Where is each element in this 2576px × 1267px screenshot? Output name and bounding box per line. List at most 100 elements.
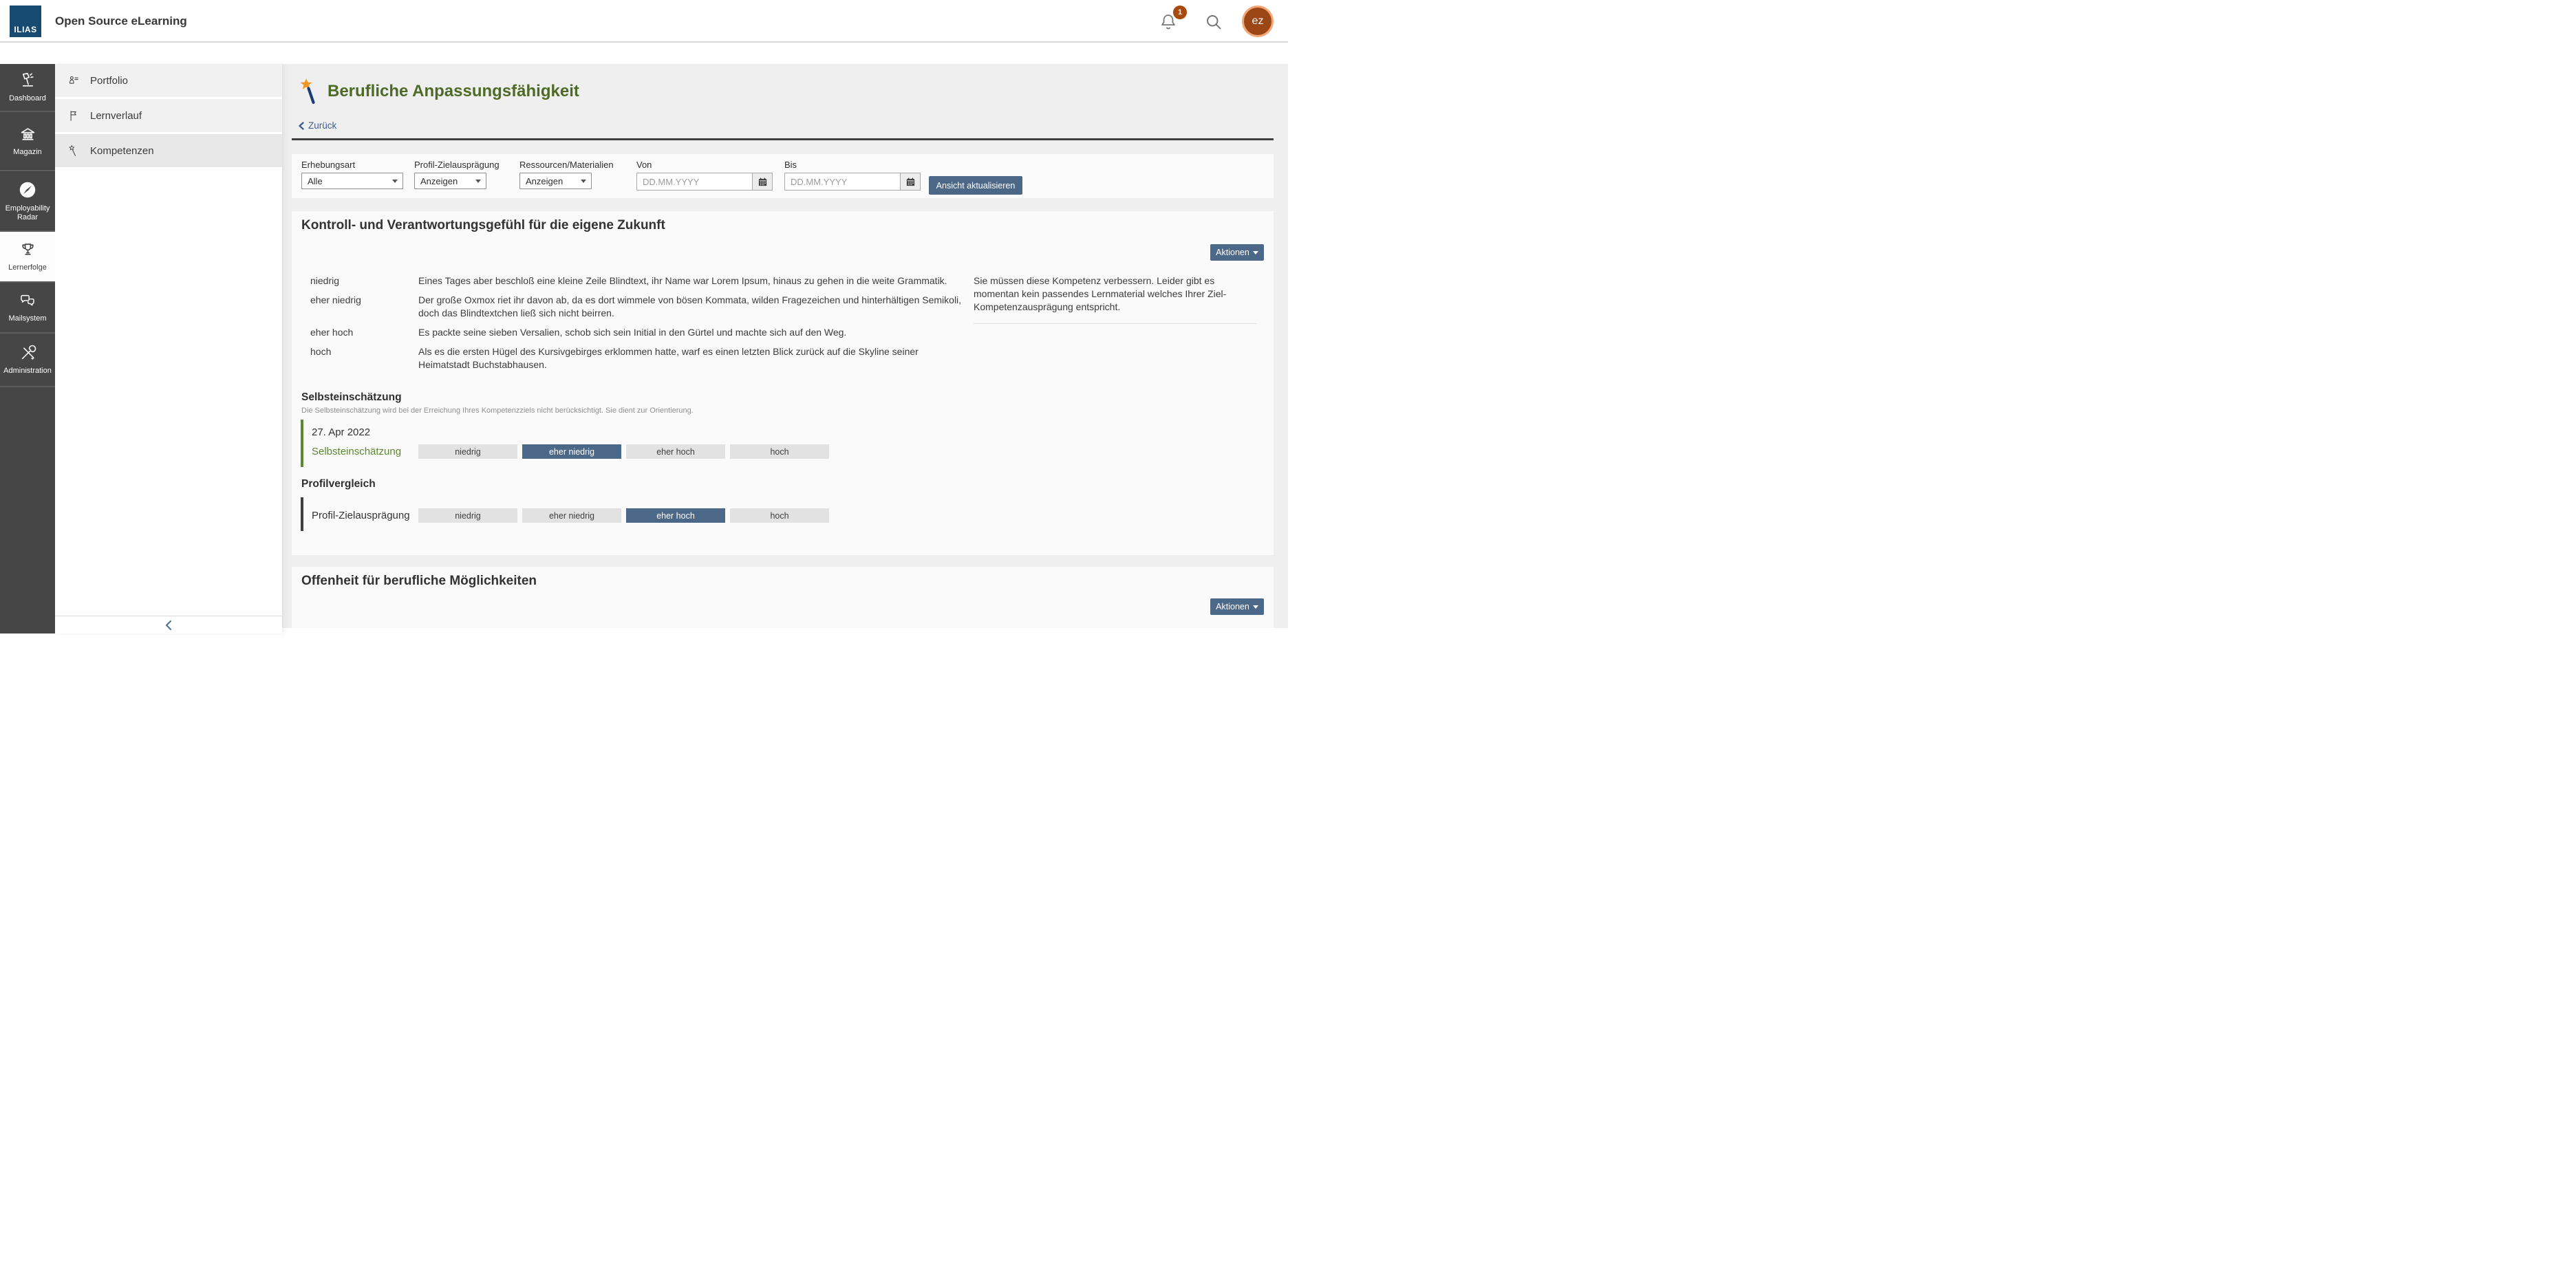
aktionen-label: Aktionen	[1216, 248, 1249, 257]
bis-date-input[interactable]	[784, 173, 900, 191]
chat-bubbles-icon	[19, 292, 37, 310]
bis-calendar-button[interactable]	[900, 173, 921, 191]
search-icon	[1204, 12, 1223, 32]
von-date-input[interactable]	[636, 173, 752, 191]
mainbar-item-employability-radar[interactable]: Employability Radar	[0, 170, 55, 230]
mainbar-label: Lernerfolge	[7, 263, 48, 272]
ressourcen-materialien-select[interactable]: Anzeigen	[519, 173, 592, 189]
ilias-logo[interactable]: ILIAS	[10, 6, 41, 37]
scale-row: Profil-Zielausprägung niedrig eher niedr…	[312, 508, 829, 523]
search-button[interactable]	[1204, 12, 1223, 32]
back-link[interactable]: Zurück	[299, 120, 336, 131]
top-header: ILIAS Open Source eLearning 1 ez	[0, 0, 1288, 43]
main-content: Berufliche Anpassungsfähigkeit Zurück Er…	[282, 64, 1288, 634]
crossed-tools-icon	[19, 344, 37, 362]
filter-label: Profil-Zielausprägung	[414, 160, 500, 170]
filter-label: Ressourcen/Materialien	[519, 160, 614, 170]
competency-panel-kontroll: Kontroll- und Verantwortungsgefühl für d…	[292, 211, 1274, 555]
logo-text: ILIAS	[14, 25, 36, 34]
improvement-hint: Sie müssen diese Kompetenz verbessern. L…	[974, 274, 1257, 324]
scale-row: Selbsteinschätzung niedrig eher niedrig …	[312, 444, 829, 459]
sidebar-item-label: Kompetenzen	[90, 145, 154, 157]
erhebungsart-select[interactable]: Alle	[301, 173, 403, 189]
level-text: Der große Oxmox riet ihr davon ab, da es…	[418, 294, 962, 326]
sidebar-item-kompetenzen[interactable]: Kompetenzen	[55, 134, 282, 167]
filter-label: Von	[636, 160, 773, 170]
evaluation-date: 27. Apr 2022	[312, 426, 829, 438]
level-label: niedrig	[310, 274, 418, 294]
mainbar-label: Dashboard	[8, 94, 47, 103]
panel-title: Offenheit für berufliche Möglichkeiten	[301, 574, 537, 589]
competency-panel-offenheit: Offenheit für berufliche Möglichkeiten A…	[292, 567, 1274, 628]
scale-row-label: Profil-Zielausprägung	[312, 508, 418, 523]
level-text: Eines Tages aber beschloß eine kleine Ze…	[418, 274, 962, 294]
back-link-label: Zurück	[308, 120, 336, 131]
desk-lamp-icon	[19, 72, 37, 90]
aktionen-dropdown-button[interactable]: Aktionen	[1210, 598, 1264, 615]
selbsteinschaetzung-note: Die Selbsteinschätzung wird bei der Erre…	[301, 407, 694, 415]
mainbar-item-administration[interactable]: Administration	[0, 332, 55, 387]
profilvergleich-card: Profil-Zielausprägung niedrig eher niedr…	[301, 497, 829, 531]
filter-label: Bis	[784, 160, 921, 170]
app-title: Open Source eLearning	[55, 14, 187, 28]
sidebar-item-lernverlauf[interactable]: Lernverlauf	[55, 99, 282, 132]
scale-segment: hoch	[730, 508, 829, 523]
content-bottom-spacer	[282, 628, 1288, 634]
filter-bis: Bis	[784, 160, 921, 191]
scale-row-label: Selbsteinschätzung	[312, 444, 418, 459]
level-description-table: niedrig Eines Tages aber beschloß eine k…	[310, 274, 962, 378]
scale-segment: eher niedrig	[522, 444, 621, 459]
notification-badge[interactable]: 1	[1173, 6, 1187, 19]
flag-icon	[67, 109, 80, 122]
collapse-sidebar-button[interactable]	[55, 616, 282, 634]
mainbar-item-magazin[interactable]: Magazin	[0, 111, 55, 170]
level-scale: niedrig eher niedrig eher hoch hoch	[418, 444, 829, 459]
trophy-icon	[19, 241, 37, 259]
level-label: eher hoch	[310, 326, 418, 345]
main-navigation-rail: Dashboard Magazin Employability Radar Le…	[0, 64, 55, 634]
level-label: hoch	[310, 345, 418, 378]
table-row: hoch Als es die ersten Hügel des Kursivg…	[310, 345, 962, 378]
panel-title: Kontroll- und Verantwortungsgefühl für d…	[301, 218, 665, 233]
user-avatar[interactable]: ez	[1242, 6, 1274, 37]
avatar-initials: ez	[1252, 15, 1264, 28]
scale-segment: niedrig	[418, 444, 517, 459]
caret-down-icon	[1253, 605, 1258, 611]
von-calendar-button[interactable]	[752, 173, 773, 191]
ansicht-aktualisieren-button[interactable]: Ansicht aktualisieren	[929, 176, 1022, 195]
table-row: niedrig Eines Tages aber beschloß eine k…	[310, 274, 962, 294]
aktionen-label: Aktionen	[1216, 602, 1249, 611]
profil-zielauspraegung-select[interactable]: Anzeigen	[414, 173, 486, 189]
mainbar-item-dashboard[interactable]: Dashboard	[0, 64, 55, 111]
filter-label: Erhebungsart	[301, 160, 403, 170]
level-label: eher niedrig	[310, 294, 418, 326]
filter-erhebungsart: Erhebungsart Alle	[301, 160, 403, 189]
scale-segment: eher hoch	[626, 508, 725, 523]
mainbar-label: Magazin	[12, 148, 43, 157]
table-row: eher hoch Es packte seine sieben Versali…	[310, 326, 962, 345]
mainbar-label: Mailsystem	[7, 314, 47, 323]
table-row: eher niedrig Der große Oxmox riet ihr da…	[310, 294, 962, 326]
compass-icon	[17, 180, 38, 200]
sidebar-item-label: Portfolio	[90, 75, 128, 87]
sidebar-item-label: Lernverlauf	[90, 110, 142, 122]
aktionen-dropdown-button[interactable]: Aktionen	[1210, 244, 1264, 261]
mainbar-item-lernerfolge[interactable]: Lernerfolge	[0, 230, 55, 281]
scale-segment: eher niedrig	[522, 508, 621, 523]
secondary-sidebar: Portfolio Lernverlauf Kompetenzen	[55, 64, 282, 634]
filter-profil-zielauspraegung: Profil-Zielausprägung Anzeigen	[414, 160, 500, 189]
mainbar-label: Administration	[2, 367, 53, 376]
sidebar-item-portfolio[interactable]: Portfolio	[55, 64, 282, 97]
level-text: Als es die ersten Hügel des Kursivgebirg…	[418, 345, 962, 378]
mainbar-label: Employability Radar	[0, 204, 55, 222]
bank-building-icon	[19, 125, 37, 144]
person-profile-icon	[67, 74, 80, 87]
level-scale: niedrig eher niedrig eher hoch hoch	[418, 508, 829, 523]
mainbar-item-mailsystem[interactable]: Mailsystem	[0, 281, 55, 332]
filter-ressourcen-materialien: Ressourcen/Materialien Anzeigen	[519, 160, 614, 189]
competency-wand-icon	[300, 78, 318, 105]
calendar-icon	[905, 177, 916, 187]
selbsteinschaetzung-heading: Selbsteinschätzung	[301, 391, 402, 404]
calendar-icon	[758, 177, 768, 187]
page-title: Berufliche Anpassungsfähigkeit	[328, 82, 579, 101]
